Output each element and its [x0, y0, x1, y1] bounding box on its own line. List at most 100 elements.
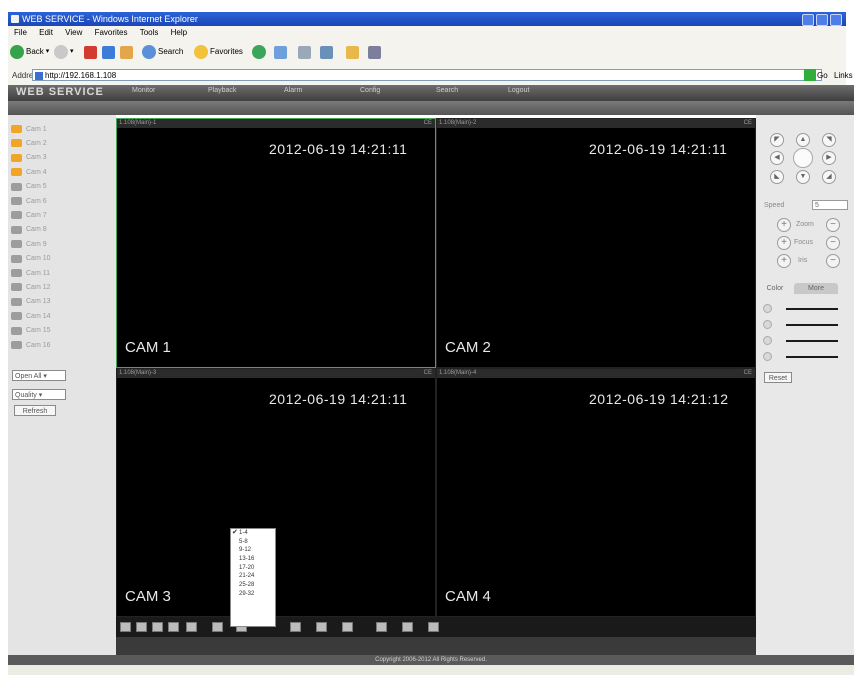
- history-button[interactable]: [274, 44, 287, 60]
- fullscreen-icon[interactable]: [402, 622, 413, 632]
- split-option[interactable]: 13-16: [231, 555, 275, 564]
- tab-more[interactable]: More: [794, 283, 838, 294]
- edit-button[interactable]: [320, 44, 333, 60]
- iris-open-button[interactable]: +: [777, 254, 791, 268]
- refresh-channels-button[interactable]: Refresh: [14, 405, 56, 416]
- zoom-in-button[interactable]: +: [777, 218, 791, 232]
- stop-button[interactable]: [84, 44, 97, 60]
- saturation-slider[interactable]: [786, 340, 838, 342]
- split-8-icon[interactable]: [168, 622, 179, 632]
- channel-item[interactable]: Cam 7: [11, 210, 47, 220]
- video-window-3[interactable]: 1.108(Main)-3 CE 2012-06-19 14:21:11 CAM…: [116, 368, 436, 617]
- zoom-out-button[interactable]: −: [826, 218, 840, 232]
- tab-logout[interactable]: Logout: [508, 87, 529, 94]
- ptz-left-button[interactable]: ◀: [770, 151, 784, 165]
- quality-select[interactable]: Quality ▾: [12, 389, 66, 400]
- minimize-button[interactable]: [802, 14, 814, 26]
- channel-item[interactable]: Cam 8: [11, 225, 47, 235]
- channel-item[interactable]: Cam 4: [11, 167, 47, 177]
- go-button[interactable]: Go: [817, 71, 828, 80]
- back-button[interactable]: Back ▾: [10, 44, 49, 60]
- channel-item[interactable]: Cam 15: [11, 326, 51, 336]
- contrast-slider[interactable]: [786, 324, 838, 326]
- open-all-select[interactable]: Open All ▾: [12, 370, 66, 381]
- close-all-icon[interactable]: [428, 622, 439, 632]
- split-64-icon[interactable]: [376, 622, 387, 632]
- go-arrow-icon[interactable]: [804, 69, 816, 81]
- split-9-icon[interactable]: [186, 622, 197, 632]
- maximize-button[interactable]: [816, 14, 828, 26]
- close-button[interactable]: [830, 14, 842, 26]
- split-option[interactable]: 29-32: [231, 590, 275, 599]
- split-option[interactable]: ✔ 1-4: [231, 529, 275, 538]
- menu-help[interactable]: Help: [171, 28, 187, 37]
- menu-favorites[interactable]: Favorites: [95, 28, 128, 37]
- print-button[interactable]: [298, 44, 311, 60]
- home-button[interactable]: [120, 44, 133, 60]
- links-button[interactable]: Links: [834, 71, 853, 80]
- media-button[interactable]: [252, 44, 266, 60]
- tab-search[interactable]: Search: [436, 87, 458, 94]
- ptz-center-button[interactable]: [793, 148, 813, 168]
- hue-slider[interactable]: [786, 356, 838, 358]
- menu-tools[interactable]: Tools: [140, 28, 159, 37]
- split-option[interactable]: 17-20: [231, 564, 275, 573]
- tab-playback[interactable]: Playback: [208, 87, 236, 94]
- ptz-up-left-button[interactable]: ◤: [770, 133, 784, 147]
- tab-monitor[interactable]: Monitor: [132, 87, 155, 94]
- channel-item[interactable]: Cam 11: [11, 268, 50, 278]
- channel-item[interactable]: Cam 3: [11, 153, 47, 163]
- channel-item[interactable]: Cam 13: [11, 297, 51, 307]
- favorites-button[interactable]: Favorites: [194, 44, 243, 60]
- menu-edit[interactable]: Edit: [39, 28, 53, 37]
- channel-item[interactable]: Cam 1: [11, 124, 47, 134]
- channel-item[interactable]: Cam 2: [11, 138, 47, 148]
- ptz-up-button[interactable]: ▲: [796, 133, 810, 147]
- tools-button[interactable]: [368, 44, 381, 60]
- ptz-down-right-button[interactable]: ◢: [822, 170, 836, 184]
- speed-select[interactable]: 5: [812, 200, 848, 210]
- focus-in-button[interactable]: +: [777, 236, 791, 250]
- channel-item[interactable]: Cam 5: [11, 182, 47, 192]
- split-36-icon[interactable]: [342, 622, 353, 632]
- channel-item[interactable]: Cam 16: [11, 340, 51, 350]
- channel-item[interactable]: Cam 12: [11, 282, 51, 292]
- focus-out-button[interactable]: −: [826, 236, 840, 250]
- search-button[interactable]: Search: [142, 44, 183, 60]
- ptz-right-button[interactable]: ▶: [822, 151, 836, 165]
- split-25-icon[interactable]: [316, 622, 327, 632]
- split-6-icon[interactable]: [152, 622, 163, 632]
- brightness-slider[interactable]: [786, 308, 838, 310]
- split-option[interactable]: 5-8: [231, 538, 275, 547]
- video-window-2[interactable]: 1.108(Main)-2 CE 2012-06-19 14:21:11 CAM…: [436, 118, 756, 368]
- channel-item[interactable]: Cam 10: [11, 254, 51, 264]
- channel-label: Cam 15: [26, 327, 51, 335]
- split-4-icon[interactable]: [136, 622, 147, 632]
- forward-button[interactable]: ▾: [54, 44, 74, 60]
- video-window-4[interactable]: 1.108(Main)-4 CE 2012-06-19 14:21:12 CAM…: [436, 368, 756, 617]
- split-option[interactable]: 9-12: [231, 546, 275, 555]
- channel-item[interactable]: Cam 6: [11, 196, 47, 206]
- ptz-up-right-button[interactable]: ◥: [822, 133, 836, 147]
- ptz-down-button[interactable]: ▼: [796, 170, 810, 184]
- split-20-icon[interactable]: [290, 622, 301, 632]
- reset-button[interactable]: Reset: [764, 372, 792, 383]
- tab-alarm[interactable]: Alarm: [284, 87, 302, 94]
- folder-button[interactable]: [346, 44, 359, 60]
- refresh-button[interactable]: [102, 44, 115, 60]
- tab-config[interactable]: Config: [360, 87, 380, 94]
- channel-item[interactable]: Cam 14: [11, 311, 51, 321]
- ptz-down-left-button[interactable]: ◣: [770, 170, 784, 184]
- split-1-icon[interactable]: [120, 622, 131, 632]
- split-13-icon[interactable]: [212, 622, 223, 632]
- url-input[interactable]: http://192.168.1.108: [32, 69, 822, 81]
- open-all-label: Open All: [15, 373, 42, 380]
- tab-color[interactable]: Color: [760, 283, 790, 294]
- menu-view[interactable]: View: [65, 28, 82, 37]
- split-option[interactable]: 21-24: [231, 572, 275, 581]
- video-window-1[interactable]: 1.108(Main)-1 CE 2012-06-19 14:21:11 CAM…: [116, 118, 436, 368]
- channel-item[interactable]: Cam 9: [11, 239, 47, 249]
- menu-file[interactable]: File: [14, 28, 27, 37]
- iris-close-button[interactable]: −: [826, 254, 840, 268]
- split-option[interactable]: 25-28: [231, 581, 275, 590]
